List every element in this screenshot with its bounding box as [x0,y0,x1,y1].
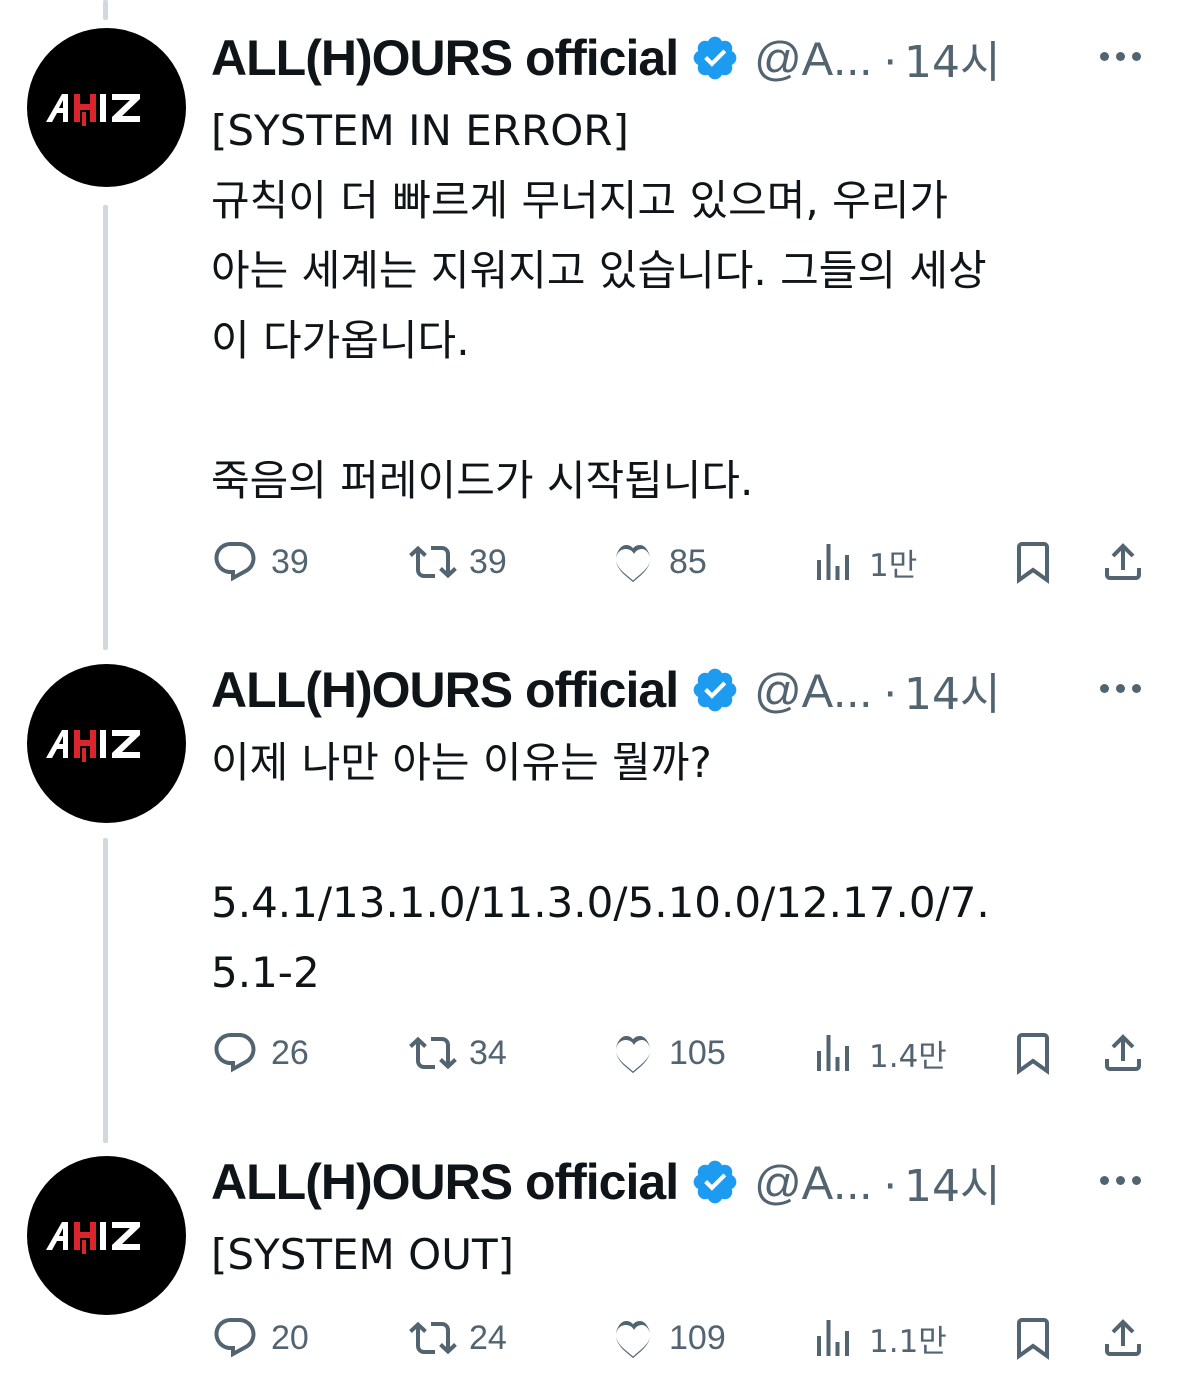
separator: · [882,663,898,717]
action-bar: 26 34 105 1.4만 [211,1025,1151,1081]
views-count: 1만 [869,547,918,584]
share-icon [1105,1034,1141,1071]
like-button[interactable]: 85 [609,534,707,590]
views-button[interactable]: 1만 [809,534,917,590]
avatar[interactable] [27,28,186,187]
reply-icon [214,542,256,582]
avatar[interactable] [27,1156,186,1315]
timestamp[interactable]: 14시 [904,658,1000,722]
like-button[interactable]: 105 [609,1025,726,1081]
avatar[interactable] [27,664,186,823]
tweet-header: ALL(H)OURS official @A... · 14시 [211,658,1000,722]
timestamp[interactable]: 14시 [904,1150,1000,1214]
repost-button[interactable]: 34 [409,1025,507,1081]
share-icon [1105,543,1141,580]
action-bar: 39 39 85 1만 [211,534,1151,590]
views-count: 1.1만 [869,1323,947,1360]
verified-badge-icon [693,36,737,80]
views-button[interactable]: 1.1만 [809,1310,947,1366]
tweet[interactable]: ALL(H)OURS official @A... · 14시 [SYSTEM … [0,0,1179,640]
bookmark-button[interactable] [1009,1025,1057,1081]
author-handle[interactable]: @A... [754,663,872,718]
like-icon [616,1320,650,1359]
share-button[interactable] [1099,534,1147,590]
tweet[interactable]: ALL(H)OURS official @A... · 14시 이제 나만 아는… [0,658,1179,1128]
like-button[interactable]: 109 [609,1310,726,1366]
tweet-text: [SYSTEM IN ERROR] 규칙이 더 빠르게 무너지고 있으며, 우리… [211,106,987,505]
tweet-header: ALL(H)OURS official @A... · 14시 [211,1150,1000,1214]
reply-icon [214,1318,256,1358]
views-icon [817,1035,849,1071]
bookmark-icon [1017,542,1049,584]
views-button[interactable]: 1.4만 [809,1025,947,1081]
reply-button[interactable]: 26 [211,1025,309,1081]
tweet-text: 이제 나만 아는 이유는 뭘까? 5.4.1/13.1.0/11.3.0/5.1… [211,738,990,997]
separator: · [882,1155,898,1209]
tweet-header: ALL(H)OURS official @A... · 14시 [211,26,1000,90]
views-icon [817,544,849,580]
repost-icon [409,1321,457,1355]
reply-icon [214,1033,256,1073]
bookmark-button[interactable] [1009,1310,1057,1366]
reply-count: 39 [271,542,309,581]
views-count: 1.4만 [869,1038,947,1075]
repost-count: 39 [469,542,507,581]
tweet[interactable]: ALL(H)OURS official @A... · 14시 [SYSTEM … [0,1150,1179,1379]
action-bar: 20 24 109 1.1만 [211,1310,1151,1366]
tweet-text: [SYSTEM OUT] [211,1230,514,1279]
repost-icon [409,545,457,579]
allhours-logo-icon [45,1221,140,1254]
repost-count: 34 [469,1033,507,1072]
author-name[interactable]: ALL(H)OURS official [211,661,679,719]
reply-count: 20 [271,1318,309,1357]
like-count: 105 [669,1033,726,1072]
author-name[interactable]: ALL(H)OURS official [211,1153,679,1211]
share-icon [1105,1319,1141,1356]
more-icon[interactable] [1100,46,1148,66]
like-icon [616,1035,650,1074]
reply-count: 26 [271,1033,309,1072]
reply-button[interactable]: 20 [211,1310,309,1366]
share-button[interactable] [1099,1310,1147,1366]
separator: · [882,31,898,85]
author-handle[interactable]: @A... [754,31,872,86]
share-button[interactable] [1099,1025,1147,1081]
more-icon[interactable] [1100,1170,1148,1190]
bookmark-button[interactable] [1009,534,1057,590]
timestamp[interactable]: 14시 [904,26,1000,90]
views-icon [817,1320,849,1356]
bookmark-icon [1017,1033,1049,1075]
more-icon[interactable] [1100,678,1148,698]
bookmark-icon [1017,1318,1049,1360]
author-handle[interactable]: @A... [754,1155,872,1210]
verified-badge-icon [693,668,737,712]
author-name[interactable]: ALL(H)OURS official [211,29,679,87]
allhours-logo-icon [45,93,140,126]
like-icon [616,544,650,583]
like-count: 85 [669,542,707,581]
repost-button[interactable]: 24 [409,1310,507,1366]
like-count: 109 [669,1318,726,1357]
verified-badge-icon [693,1160,737,1204]
repost-button[interactable]: 39 [409,534,507,590]
reply-button[interactable]: 39 [211,534,309,590]
repost-count: 24 [469,1318,507,1357]
repost-icon [409,1036,457,1070]
allhours-logo-icon [45,729,140,762]
